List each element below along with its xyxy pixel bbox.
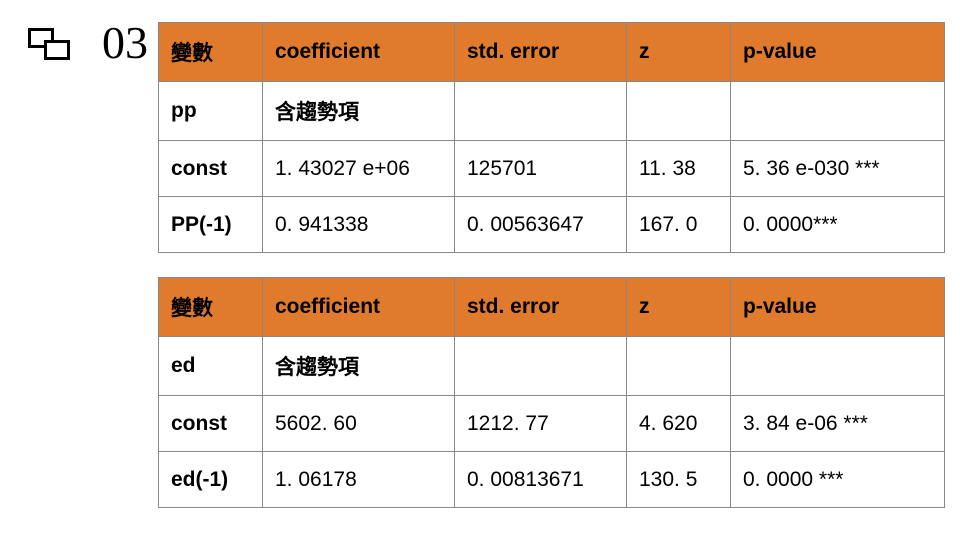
- cell-label: const: [159, 396, 263, 452]
- cell-stderr: 1212. 77: [455, 396, 627, 452]
- th-pvalue: p-value: [731, 23, 945, 82]
- cell-label: pp: [159, 82, 263, 141]
- cell-pvalue: [731, 337, 945, 396]
- cell-pvalue: 5. 36 e-030 ***: [731, 141, 945, 197]
- table-row: PP(-1) 0. 941338 0. 00563647 167. 0 0. 0…: [159, 197, 945, 253]
- cell-stderr: 0. 00813671: [455, 452, 627, 508]
- th-z: z: [627, 278, 731, 337]
- cell-coef: 1. 06178: [263, 452, 455, 508]
- th-variable: 變數: [159, 23, 263, 82]
- cell-stderr: [455, 82, 627, 141]
- cell-pvalue: [731, 82, 945, 141]
- table-row: const 5602. 60 1212. 77 4. 620 3. 84 e-0…: [159, 396, 945, 452]
- cell-coef: 0. 941338: [263, 197, 455, 253]
- cell-label: ed(-1): [159, 452, 263, 508]
- cell-z: [627, 82, 731, 141]
- th-pvalue: p-value: [731, 278, 945, 337]
- regression-table-1: 變數 coefficient std. error z p-value pp 含…: [158, 22, 945, 253]
- th-z: z: [627, 23, 731, 82]
- regression-table-2: 變數 coefficient std. error z p-value ed 含…: [158, 277, 945, 508]
- th-stderror: std. error: [455, 278, 627, 337]
- cell-pvalue: 3. 84 e-06 ***: [731, 396, 945, 452]
- table-header-row: 變數 coefficient std. error z p-value: [159, 278, 945, 337]
- table-row: pp 含趨勢項: [159, 82, 945, 141]
- cell-pvalue: 0. 0000***: [731, 197, 945, 253]
- cell-z: 11. 38: [627, 141, 731, 197]
- table-row: ed 含趨勢項: [159, 337, 945, 396]
- section-number: 03: [102, 16, 148, 69]
- cell-stderr: 125701: [455, 141, 627, 197]
- cell-coef: 含趨勢項: [263, 82, 455, 141]
- cell-pvalue: 0. 0000 ***: [731, 452, 945, 508]
- th-variable: 變數: [159, 278, 263, 337]
- cell-z: 4. 620: [627, 396, 731, 452]
- cell-z: [627, 337, 731, 396]
- th-coefficient: coefficient: [263, 278, 455, 337]
- table-header-row: 變數 coefficient std. error z p-value: [159, 23, 945, 82]
- cell-z: 130. 5: [627, 452, 731, 508]
- cell-label: ed: [159, 337, 263, 396]
- cell-stderr: [455, 337, 627, 396]
- overlap-squares-icon: [28, 28, 76, 68]
- table-row: const 1. 43027 e+06 125701 11. 38 5. 36 …: [159, 141, 945, 197]
- cell-stderr: 0. 00563647: [455, 197, 627, 253]
- th-coefficient: coefficient: [263, 23, 455, 82]
- tables-container: 變數 coefficient std. error z p-value pp 含…: [158, 22, 944, 508]
- th-stderror: std. error: [455, 23, 627, 82]
- cell-coef: 1. 43027 e+06: [263, 141, 455, 197]
- cell-z: 167. 0: [627, 197, 731, 253]
- table-row: ed(-1) 1. 06178 0. 00813671 130. 5 0. 00…: [159, 452, 945, 508]
- cell-label: const: [159, 141, 263, 197]
- cell-label: PP(-1): [159, 197, 263, 253]
- cell-coef: 5602. 60: [263, 396, 455, 452]
- cell-coef: 含趨勢項: [263, 337, 455, 396]
